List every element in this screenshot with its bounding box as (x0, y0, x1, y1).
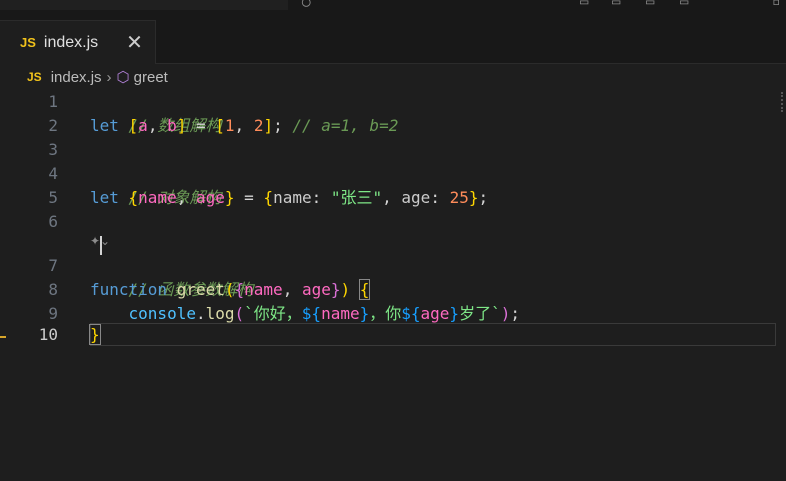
bracket: { (128, 188, 139, 207)
number: 25 (449, 188, 469, 207)
parameter: age (301, 280, 331, 299)
object: console (128, 304, 196, 323)
punctuation: , (176, 188, 196, 207)
punctuation: , (382, 188, 402, 207)
tab-label: index.js (43, 33, 99, 51)
line-number: 5 (48, 188, 58, 207)
breadcrumb: JS index.js › ⬡ greet (0, 64, 786, 90)
bracket: { (358, 279, 371, 300)
bracket: ( (224, 280, 235, 299)
punctuation: ; (510, 304, 520, 323)
code-line-10: } (89, 323, 101, 347)
code-line-5: let {name, age} = {name: "张三", age: 25}; (90, 186, 488, 210)
punctuation: ; (273, 116, 283, 135)
function-name: greet (176, 280, 225, 299)
method: log (205, 304, 235, 323)
bracket: { (263, 188, 274, 207)
text-cursor (100, 236, 102, 255)
variable: name (138, 188, 177, 207)
bracket: ] (176, 116, 187, 135)
line-number: 1 (48, 92, 58, 111)
variable: age (195, 188, 225, 207)
code-line-2: let [a, b] = [1, 2]; // a=1, b=2 (90, 114, 398, 138)
code-line-1: // 数组解构 (90, 90, 222, 135)
line-number: 6 (48, 212, 58, 231)
parameter: name (244, 280, 283, 299)
punctuation: ; (478, 188, 489, 207)
punctuation: : (311, 188, 331, 207)
operator: = (234, 188, 264, 207)
property: age (401, 188, 431, 207)
secondary-sidebar-icon[interactable]: ▭ (680, 0, 688, 10)
bracket: { (234, 280, 245, 299)
variable: b (167, 116, 177, 135)
line-number: 2 (48, 116, 58, 135)
variable: age (420, 304, 450, 323)
line-number: 7 (48, 256, 58, 275)
code-line-7: // 函数参数解构 (90, 254, 254, 299)
title-bar-region (0, 0, 288, 10)
punctuation: , (282, 280, 302, 299)
title-bar: ◯ ▭ ▭ ▭ ▭ ▫ (0, 0, 786, 20)
sidebar-toggle-icon[interactable]: ▭ (612, 0, 620, 10)
template-string: ，你 (369, 304, 402, 323)
template-interpolation: } (449, 304, 460, 323)
panel-toggle-icon[interactable]: ▭ (646, 0, 654, 10)
line-number: 3 (48, 140, 58, 159)
symbol-method-icon: ⬡ (116, 69, 130, 86)
variable: name (321, 304, 360, 323)
bracket: } (330, 280, 341, 299)
code-line-9: console.log(`你好，${name}，你${age}岁了`); (90, 302, 520, 326)
current-line-highlight (90, 323, 776, 346)
code-line-4: // 对象解构 (90, 162, 222, 207)
close-icon[interactable]: ✕ (126, 30, 143, 55)
gutter-change-marker (0, 336, 6, 338)
template-interpolation: } (359, 304, 370, 323)
javascript-file-icon: JS (27, 70, 42, 84)
bracket: ] (263, 116, 274, 135)
line-number: 8 (48, 280, 58, 299)
code-editor[interactable]: 1 2 3 4 5 6 7 8 9 10 // 数组解构 let [a, b] … (0, 90, 786, 481)
bracket: ) (340, 280, 351, 299)
template-string: `你好， (244, 304, 302, 323)
breadcrumb-file[interactable]: index.js (51, 69, 102, 86)
punctuation: : (430, 188, 450, 207)
bracket: } (89, 324, 101, 345)
string: "张三" (330, 188, 383, 207)
punctuation: . (195, 304, 206, 323)
bracket: } (224, 188, 235, 207)
tab-index-js[interactable]: JS index.js ✕ (0, 20, 156, 64)
keyword: let (90, 188, 129, 207)
layout-icon[interactable]: ▭ (580, 0, 588, 10)
comment: // a=1, b=2 (282, 116, 399, 135)
template-interpolation: ${ (301, 304, 322, 323)
keyword: function (90, 280, 177, 299)
bracket: ( (234, 304, 245, 323)
line-number-active: 10 (38, 325, 58, 344)
code-line-8: function greet({name, age}) { (90, 278, 371, 302)
template-interpolation: ${ (401, 304, 421, 323)
javascript-file-icon: JS (20, 35, 36, 50)
variable: a (138, 116, 148, 135)
operator: = (186, 116, 216, 135)
window-control-icon[interactable]: ▫ (772, 0, 780, 10)
chevron-right-icon: › (106, 68, 112, 86)
number: 1 (224, 116, 235, 135)
account-icon[interactable]: ◯ (302, 0, 310, 10)
keyword: let (90, 116, 129, 135)
number: 2 (253, 116, 264, 135)
line-number: 4 (48, 164, 58, 183)
minimap-indicator (781, 92, 785, 112)
bracket: ) (500, 304, 511, 323)
bracket: [ (128, 116, 139, 135)
property: name (273, 188, 312, 207)
bracket: [ (215, 116, 225, 135)
punctuation: , (234, 116, 254, 135)
punctuation: , (147, 116, 168, 135)
breadcrumb-symbol[interactable]: greet (134, 69, 168, 86)
template-string: 岁了` (459, 304, 501, 323)
tab-bar: JS index.js ✕ (0, 20, 786, 64)
